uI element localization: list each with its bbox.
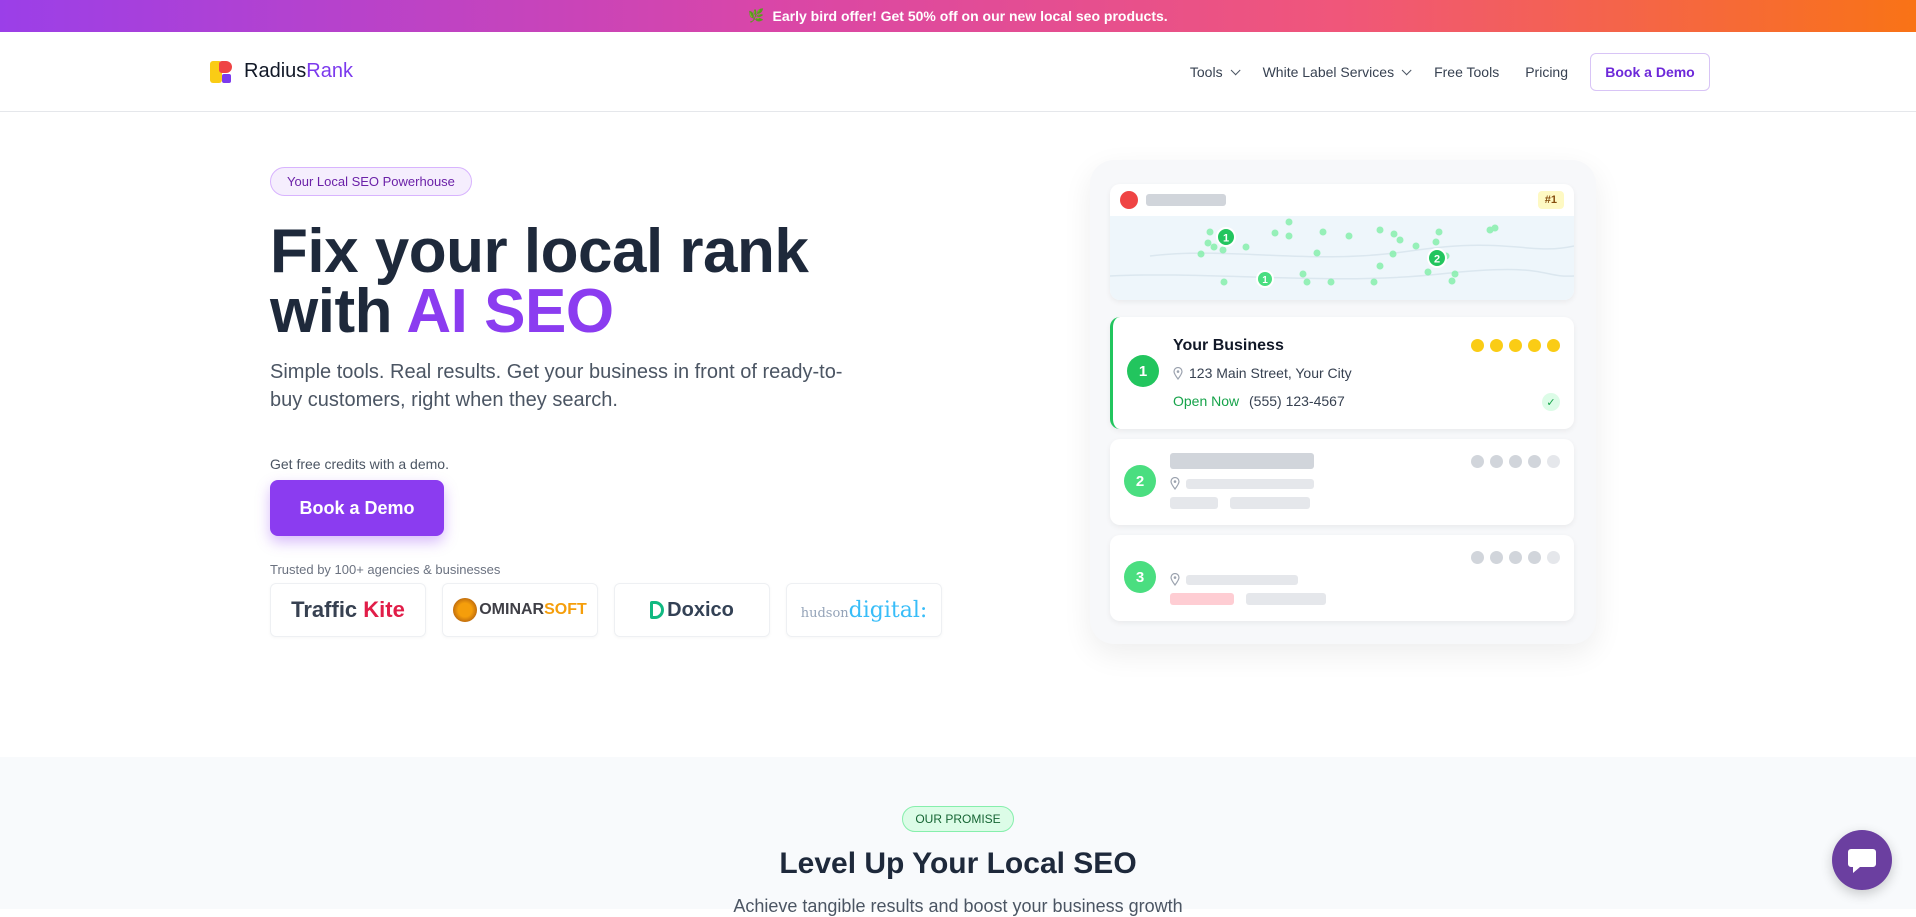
- chevron-down-icon: [1230, 64, 1241, 75]
- placeholder-status: [1170, 593, 1234, 605]
- hero-book-demo-button[interactable]: Book a Demo: [270, 480, 444, 536]
- result-card-1[interactable]: 1 Your Business 123 Main Street, Your Ci…: [1110, 317, 1574, 429]
- nav-links: Tools White Label Services Free Tools Pr…: [1190, 32, 1568, 112]
- rank-number: 2: [1124, 465, 1156, 497]
- leaf-icon: 🌿: [748, 8, 765, 23]
- promo-banner[interactable]: 🌿 Early bird offer! Get 50% off on our n…: [0, 0, 1916, 32]
- rank-number: 3: [1124, 561, 1156, 593]
- rank-badge: #1: [1537, 191, 1564, 209]
- nav-item-pricing[interactable]: Pricing: [1525, 64, 1568, 80]
- placeholder-address: [1186, 575, 1298, 585]
- map-pin-2: 2: [1427, 248, 1447, 268]
- location-pin-icon: [1170, 573, 1180, 586]
- placeholder-phone: [1230, 497, 1310, 509]
- map-area: 1 2 1: [1110, 216, 1574, 300]
- star-icon: [1471, 551, 1484, 564]
- verified-check-icon: ✓: [1542, 393, 1560, 411]
- rank-number: 1: [1127, 355, 1159, 387]
- hero-headline: Fix your local rank with AI SEO: [270, 217, 970, 346]
- promise-title: Level Up Your Local SEO: [779, 847, 1137, 880]
- svg-text:1: 1: [1262, 275, 1268, 286]
- nav-item-free-tools[interactable]: Free Tools: [1434, 64, 1499, 80]
- placeholder-title: [1170, 453, 1314, 469]
- star-icon: [1509, 339, 1522, 352]
- hero-subtitle: Simple tools. Real results. Get your bus…: [270, 361, 843, 411]
- logo-mark-icon: [210, 60, 232, 83]
- placeholder-address: [1186, 479, 1314, 489]
- svg-text:1: 1: [1223, 233, 1229, 245]
- svg-text:2: 2: [1434, 254, 1440, 266]
- chat-bubble-icon: [1848, 849, 1876, 873]
- business-phone: (555) 123-4567: [1249, 393, 1345, 409]
- result-card-2[interactable]: 2: [1110, 439, 1574, 525]
- map-pin-3: 1: [1256, 270, 1274, 288]
- headline-accent: AI SEO: [406, 277, 614, 346]
- local-rank-preview: #1 1 2 1 1 Your Business 123 Main Street…: [1090, 160, 1596, 644]
- location-pin-icon: [1120, 191, 1138, 209]
- hero-section: Your Local SEO Powerhouse Fix your local…: [270, 167, 970, 637]
- location-pin-icon: [1173, 366, 1183, 380]
- brand-name: RadiusRank: [244, 60, 353, 82]
- star-icon: [1528, 551, 1541, 564]
- headline-line1: Fix your local rank: [270, 217, 809, 286]
- map-pin-1: 1: [1216, 227, 1236, 247]
- partner-logo-dominarsoft: OMINAR SOFT: [442, 583, 598, 637]
- nav-item-tools[interactable]: Tools: [1190, 64, 1241, 80]
- promo-text: Early bird offer! Get 50% off on our new…: [772, 8, 1168, 24]
- chat-launcher-button[interactable]: [1832, 830, 1892, 890]
- business-name: Your Business: [1173, 337, 1284, 354]
- star-icon: [1490, 551, 1503, 564]
- hero-badge: Your Local SEO Powerhouse: [270, 167, 472, 196]
- map-header: #1: [1110, 184, 1574, 216]
- business-address: 123 Main Street, Your City: [1173, 365, 1352, 381]
- star-rating: [1465, 339, 1560, 352]
- star-icon: [1490, 455, 1503, 468]
- star-icon: [1547, 455, 1560, 468]
- map-card: #1 1 2 1: [1110, 184, 1574, 300]
- trusted-by-text: Trusted by 100+ agencies & businesses: [270, 562, 501, 577]
- result-card-3[interactable]: 3: [1110, 535, 1574, 621]
- chevron-down-icon: [1401, 64, 1412, 75]
- brand-logo[interactable]: RadiusRank: [210, 60, 353, 83]
- star-icon: [1528, 339, 1541, 352]
- star-icon: [1509, 551, 1522, 564]
- doxico-mark-icon: [650, 601, 665, 619]
- star-rating: [1465, 455, 1560, 468]
- placeholder-phone: [1246, 593, 1326, 605]
- star-icon: [1547, 551, 1560, 564]
- star-rating: [1465, 551, 1560, 564]
- promise-badge: OUR PROMISE: [902, 806, 1014, 832]
- star-icon: [1528, 455, 1541, 468]
- star-icon: [1471, 455, 1484, 468]
- star-icon: [1471, 339, 1484, 352]
- nav-item-white-label-services[interactable]: White Label Services: [1263, 64, 1412, 80]
- headline-line2: with AI SEO: [270, 277, 614, 346]
- top-navigation: RadiusRank Tools White Label Services Fr…: [0, 32, 1916, 112]
- star-icon: [1547, 339, 1560, 352]
- placeholder-bar: [1146, 194, 1226, 206]
- partner-logo-traffic-kite: Traffic Kite: [270, 583, 426, 637]
- placeholder-status: [1170, 497, 1218, 509]
- partner-logo-doxico: Doxico: [614, 583, 770, 637]
- partner-logo-hudson-digital: hudsondigital:: [786, 583, 942, 637]
- star-icon: [1490, 339, 1503, 352]
- map-graphic: 1 2 1: [1110, 218, 1574, 288]
- credits-note: Get free credits with a demo.: [270, 456, 449, 472]
- promise-section: [0, 757, 1916, 909]
- promise-subtitle: Achieve tangible results and boost your …: [733, 896, 1183, 916]
- dominarsoft-mark-icon: [453, 598, 478, 622]
- partner-logos: Traffic Kite OMINAR SOFT Doxico hudsondig…: [270, 583, 970, 637]
- nav-book-demo-button[interactable]: Book a Demo: [1590, 53, 1710, 91]
- star-icon: [1509, 455, 1522, 468]
- open-status: Open Now: [1173, 393, 1240, 409]
- location-pin-icon: [1170, 477, 1180, 490]
